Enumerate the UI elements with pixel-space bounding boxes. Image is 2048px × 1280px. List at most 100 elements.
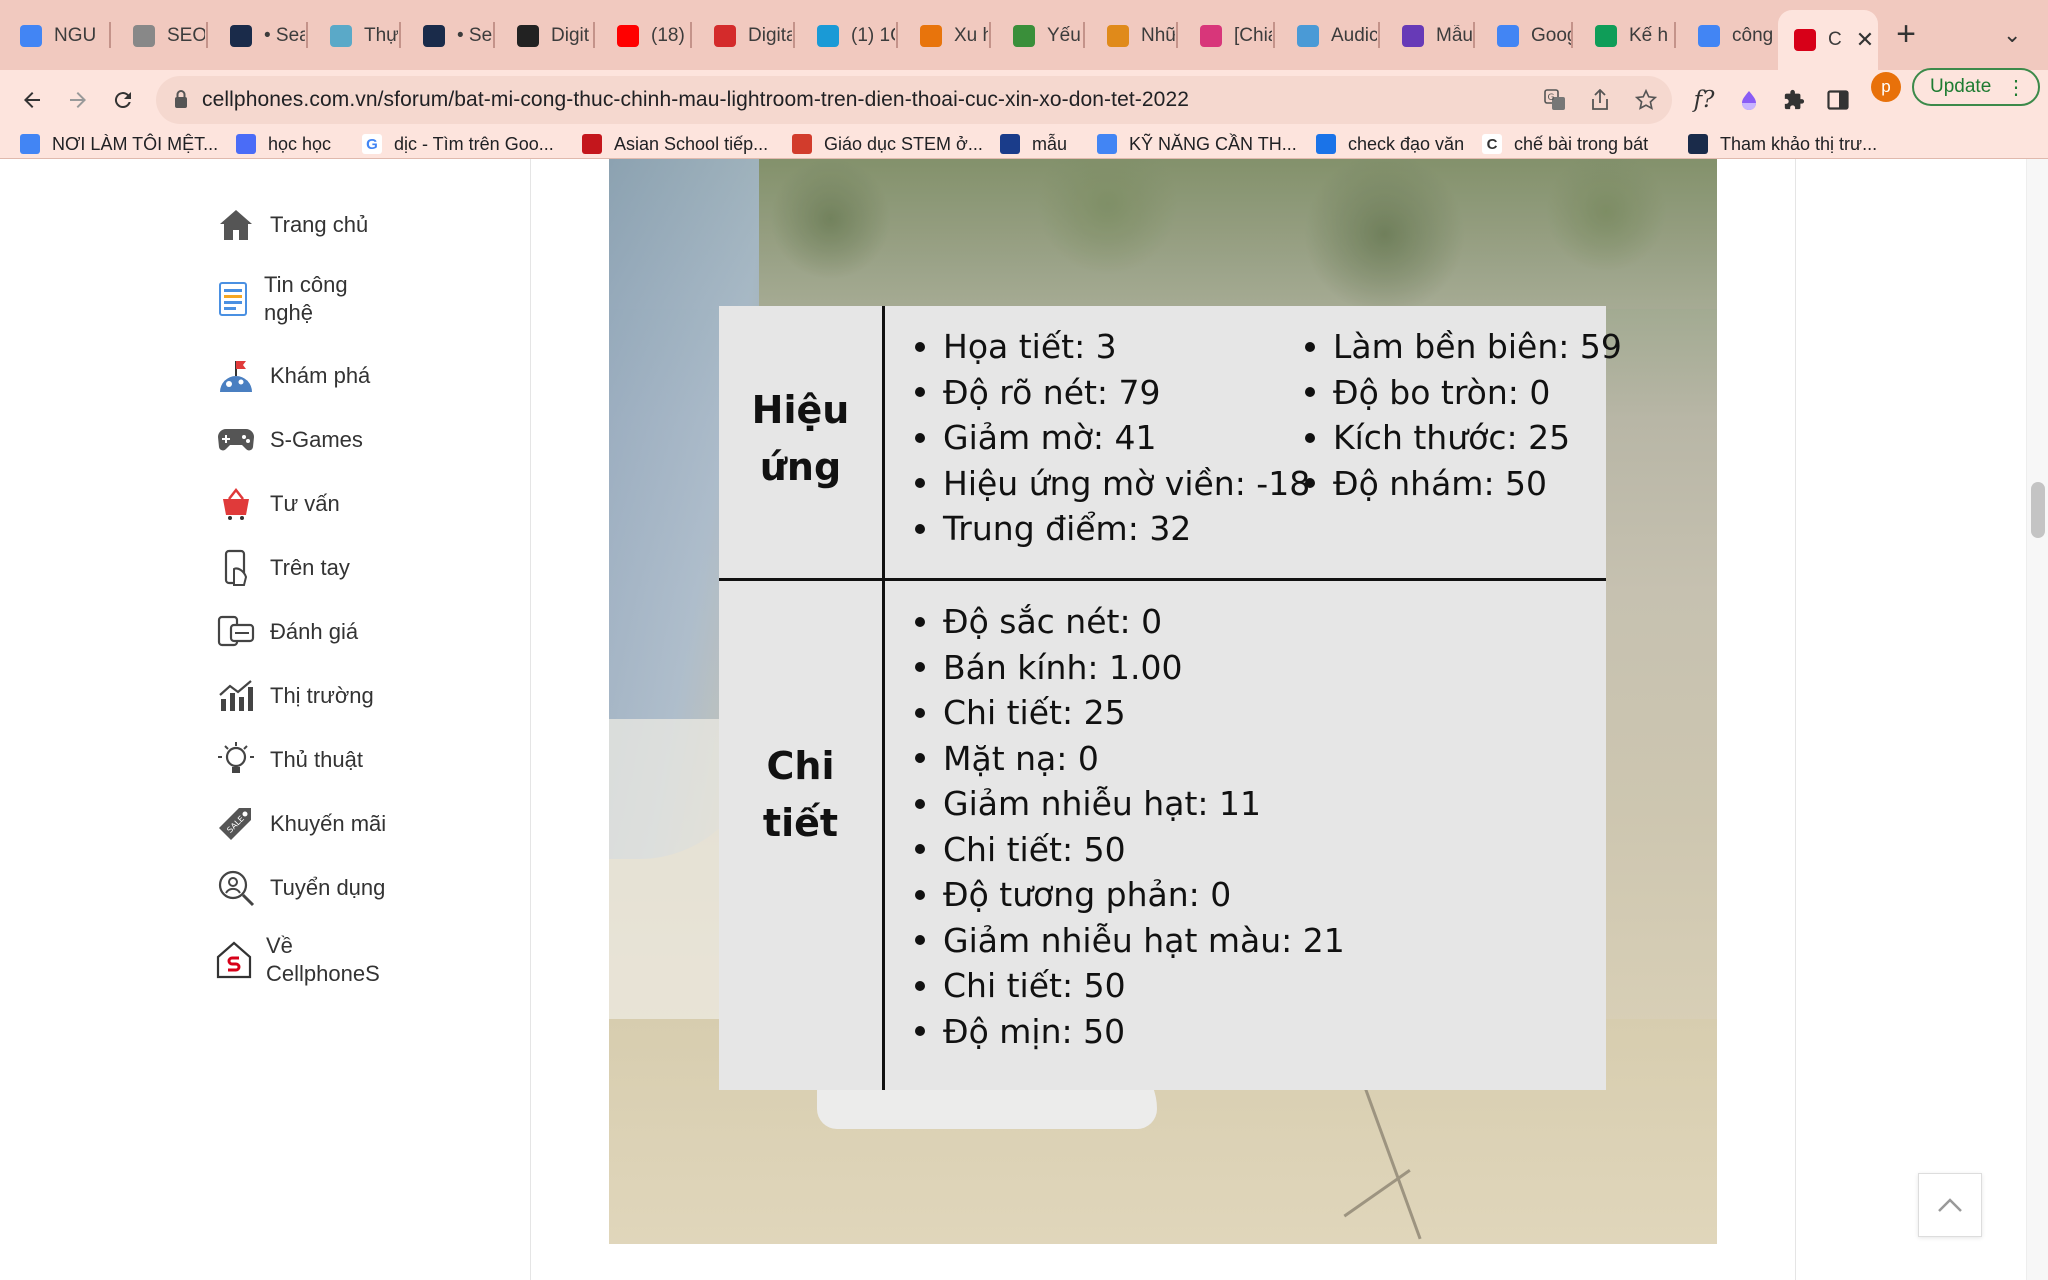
- browser-tab[interactable]: Audic: [1277, 17, 1377, 54]
- tab-label: • Sea: [264, 24, 305, 46]
- address-bar[interactable]: cellphones.com.vn/sforum/bat-mi-cong-thu…: [156, 76, 1672, 124]
- settings-list-item: Kích thước: 25: [1305, 415, 1622, 461]
- tab-label: Mẫu: [1436, 24, 1472, 46]
- sidebar-item[interactable]: Tuyển dụng: [216, 868, 385, 908]
- detail-header-line: Chi: [766, 744, 835, 788]
- chart-icon: [216, 676, 256, 716]
- new-tab-plus-icon[interactable]: +: [1890, 14, 1922, 54]
- browser-tab[interactable]: Digit: [497, 17, 593, 54]
- browser-tab[interactable]: Xu h: [900, 17, 988, 54]
- browser-tab[interactable]: Kế h: [1575, 17, 1673, 54]
- browser-tab[interactable]: C ✕: [1778, 10, 1878, 70]
- page-content: Trang chủ Tin công nghệ Khám phá S-Games Tư …: [0, 159, 2048, 1280]
- flower-icon: [792, 134, 812, 154]
- browser-tab[interactable]: NGU: [0, 17, 108, 54]
- bookmark-item[interactable]: mẫu: [1000, 130, 1067, 158]
- extensions-puzzle-icon[interactable]: [1778, 84, 1810, 116]
- sidebar-item[interactable]: Đánh giá: [216, 612, 358, 652]
- scrollbar-thumb[interactable]: [2031, 482, 2045, 538]
- sidebar-item-label: Đánh giá: [270, 619, 359, 644]
- bookmark-label: mẫu: [1032, 133, 1068, 154]
- bookmark-star-icon[interactable]: [1633, 87, 1659, 113]
- tab-separator: [493, 22, 495, 48]
- tab-separator: [1571, 22, 1573, 48]
- docs-icon: [20, 134, 40, 154]
- lightroom-settings-table: Hiệu ứng Họa tiết: 3 Độ rõ nét: 79 Giảm mờ…: [719, 306, 1622, 1090]
- sidebar-item[interactable]: Về CellphoneS: [216, 932, 380, 988]
- reload-button[interactable]: [103, 80, 143, 120]
- browser-tab[interactable]: công: [1678, 17, 1772, 54]
- sidebar-item[interactable]: Thủ thuật: [216, 740, 363, 780]
- bookmark-item[interactable]: Tham khảo thị trư...: [1688, 130, 1877, 158]
- browser-tab[interactable]: (1) 1C: [797, 17, 895, 54]
- pen-icon: [1107, 24, 1129, 47]
- profile-avatar[interactable]: p: [1871, 72, 1901, 102]
- translate-icon[interactable]: G: [1542, 87, 1568, 113]
- settings-list-item: Giảm nhiễu hạt: 11: [915, 781, 1345, 827]
- bookmark-item[interactable]: NƠI LÀM TÔI MỆT...: [20, 130, 218, 158]
- browser-tab[interactable]: Thực: [310, 17, 398, 54]
- check-icon: [1316, 134, 1336, 154]
- side-panel-icon[interactable]: [1822, 84, 1854, 116]
- update-button[interactable]: Update ⋮: [1912, 68, 2040, 106]
- bookmark-label: chế bài trong bát: [1514, 133, 1649, 154]
- back-arrow-icon: [24, 92, 40, 108]
- browser-tab[interactable]: [Chia: [1180, 17, 1272, 54]
- feather-icon: [1200, 24, 1222, 47]
- bookmark-item[interactable]: học học: [236, 130, 331, 158]
- settings-list-item: Độ sắc nét: 0: [915, 599, 1345, 645]
- tab-separator: [1378, 22, 1380, 48]
- explore-icon: [216, 356, 256, 396]
- settings-list-item: Chi tiết: 25: [915, 690, 1345, 736]
- forward-arrow-icon: [70, 92, 86, 108]
- bookmark-item[interactable]: check đạo văn: [1316, 130, 1464, 158]
- bookmark-label: học học: [268, 133, 332, 154]
- url-text[interactable]: cellphones.com.vn/sforum/bat-mi-cong-thu…: [202, 88, 1189, 112]
- tab-search-chevron-icon[interactable]: ⌄: [2003, 22, 2021, 48]
- cellphones-house-icon: [216, 940, 252, 980]
- browser-tab[interactable]: • Sea: [403, 17, 493, 54]
- sidebar-item-label: Thủ thuật: [270, 747, 363, 772]
- sidebar-item[interactable]: SALE Khuyến mãi: [216, 804, 386, 844]
- browser-tab[interactable]: Digita: [694, 17, 792, 54]
- tab-separator: [399, 22, 401, 48]
- forward-button[interactable]: [58, 80, 98, 120]
- sidebar-item[interactable]: Khám phá: [216, 356, 370, 396]
- scroll-to-top-button[interactable]: [1918, 1173, 1982, 1237]
- audio-icon: [1297, 24, 1319, 47]
- browser-tab[interactable]: SEO: [113, 17, 205, 54]
- sidebar-item-label: Trên tay: [270, 555, 350, 580]
- tab-label: Thực: [364, 24, 398, 46]
- sidebar-item[interactable]: Trang chủ: [216, 205, 368, 245]
- tab-separator: [206, 22, 208, 48]
- browser-tab[interactable]: Goog: [1477, 17, 1571, 54]
- t-icon: [817, 24, 839, 47]
- bookmark-item[interactable]: Gdịc - Tìm trên Goo...: [362, 130, 554, 158]
- browser-tab[interactable]: (18) [: [597, 17, 689, 54]
- share-icon[interactable]: [1587, 87, 1613, 113]
- bookmark-item[interactable]: Cchế bài trong bát: [1482, 130, 1648, 158]
- browser-tab[interactable]: Yếu t: [993, 17, 1083, 54]
- bookmark-item[interactable]: Giáo dục STEM ở...: [792, 130, 983, 158]
- tab-label: (1) 1C: [851, 24, 895, 46]
- browser-tab[interactable]: Nhữn: [1087, 17, 1175, 54]
- close-tab-icon[interactable]: ✕: [1856, 27, 1874, 53]
- browser-tab[interactable]: • Sea: [210, 17, 305, 54]
- extension-drop-icon[interactable]: [1733, 84, 1765, 116]
- sidebar-item[interactable]: Tin công nghệ: [216, 271, 366, 327]
- tab-label: Xu h: [954, 24, 988, 46]
- sidebar-item-label: Trang chủ: [270, 212, 369, 237]
- back-button[interactable]: [12, 80, 52, 120]
- sidebar-item[interactable]: S-Games: [216, 420, 363, 460]
- browser-tab[interactable]: Mẫu: [1382, 17, 1472, 54]
- menu-dots-icon[interactable]: ⋮: [2006, 75, 2026, 100]
- sidebar-item[interactable]: Thị trường: [216, 676, 374, 716]
- bookmark-item[interactable]: Asian School tiếp...: [582, 130, 768, 158]
- sidebar-item[interactable]: Trên tay: [216, 548, 350, 588]
- effects-header-line: ứng: [759, 445, 842, 489]
- crest-icon: [1000, 134, 1020, 154]
- bookmark-item[interactable]: KỸ NĂNG CẦN TH...: [1097, 130, 1297, 158]
- sidebar-item[interactable]: Tư vấn: [216, 484, 340, 524]
- page-scrollbar[interactable]: [2026, 159, 2048, 1280]
- function-extension-icon[interactable]: f?: [1688, 84, 1720, 116]
